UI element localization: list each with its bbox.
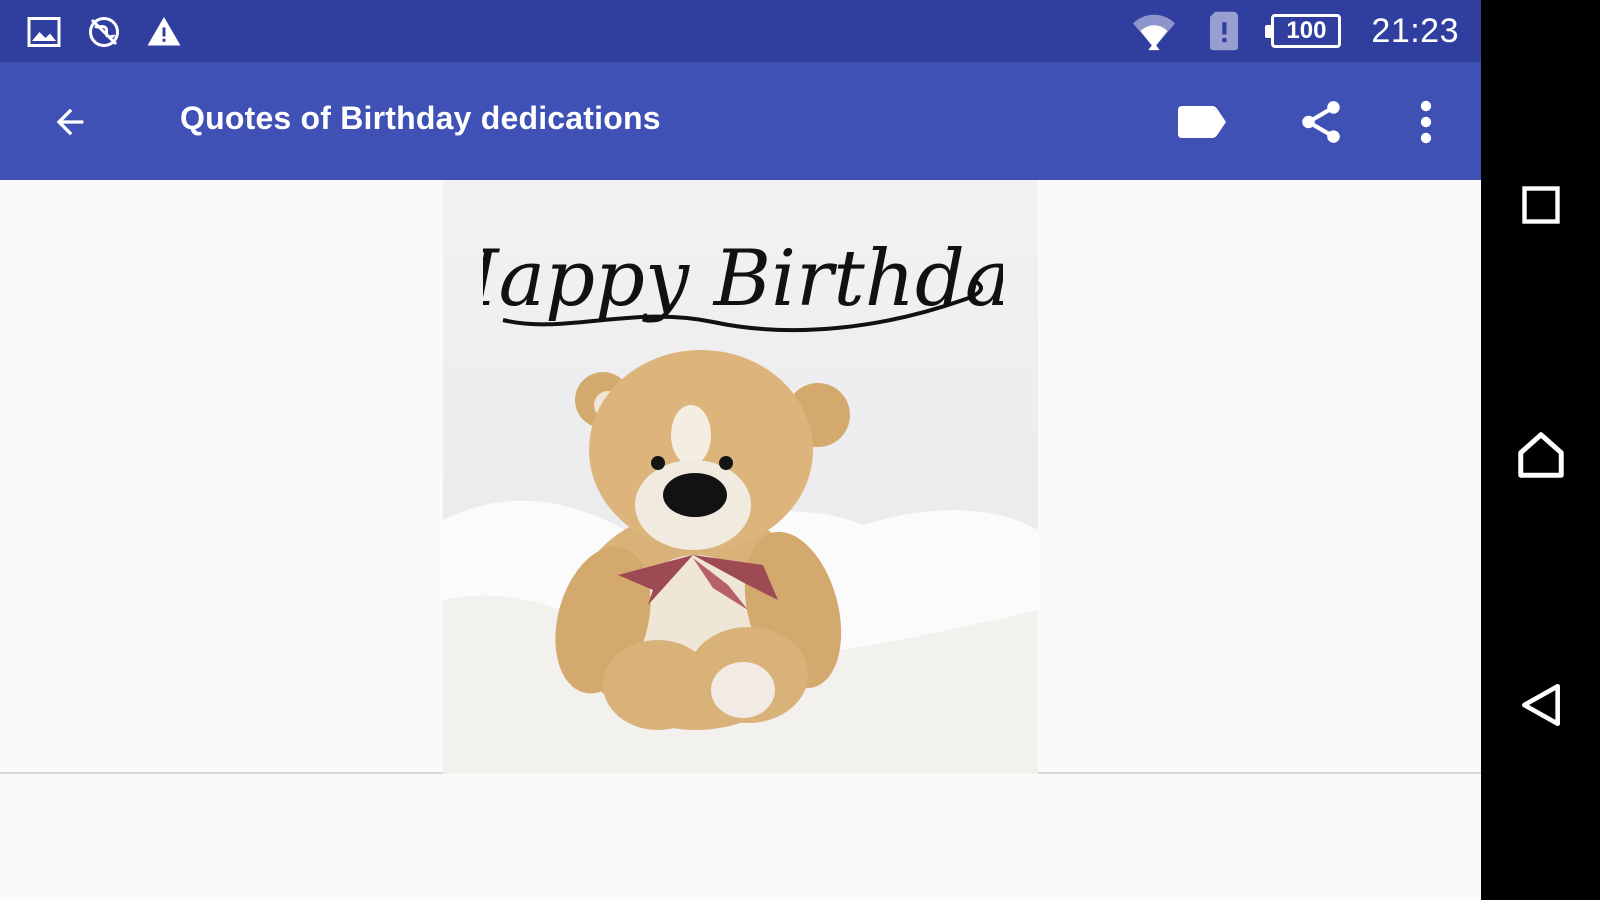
birthday-card-image[interactable]: Happy Birthday — [443, 180, 1038, 774]
share-button[interactable] — [1291, 92, 1351, 152]
overflow-menu-button[interactable] — [1396, 92, 1456, 152]
recents-icon — [1522, 186, 1560, 224]
content-area: Happy Birthday — [0, 180, 1481, 774]
home-icon — [1518, 432, 1564, 478]
teddy-bear-illustration — [443, 350, 1038, 774]
more-vert-icon — [1420, 100, 1432, 144]
home-button[interactable] — [1501, 415, 1581, 495]
image-icon — [27, 17, 61, 47]
label-icon — [1178, 106, 1226, 138]
back-nav-button[interactable] — [1501, 665, 1581, 745]
clock: 21:23 — [1371, 11, 1459, 50]
page-title: Quotes of Birthday dedications — [180, 100, 661, 136]
tag-button[interactable] — [1172, 92, 1232, 152]
app-screen: 100 21:23 Quotes of Birthday dedications — [0, 0, 1481, 900]
system-indicators: 100 21:23 — [1131, 10, 1459, 52]
warning-icon — [147, 17, 181, 46]
wifi-icon — [1133, 14, 1176, 51]
app-toolbar: Quotes of Birthday dedications — [0, 62, 1481, 180]
notification-icons — [26, 14, 182, 50]
back-button[interactable] — [40, 94, 100, 150]
recents-button[interactable] — [1501, 165, 1581, 245]
sim-alert-icon — [1210, 11, 1239, 51]
battery-indicator: 100 — [1265, 14, 1342, 48]
share-icon — [1302, 101, 1340, 143]
system-navigation-bar — [1481, 0, 1600, 900]
back-triangle-icon — [1522, 683, 1560, 727]
battery-level: 100 — [1286, 17, 1327, 44]
arrow-back-icon — [56, 108, 84, 136]
status-bar: 100 21:23 — [0, 0, 1481, 62]
no-location-icon — [89, 17, 119, 47]
